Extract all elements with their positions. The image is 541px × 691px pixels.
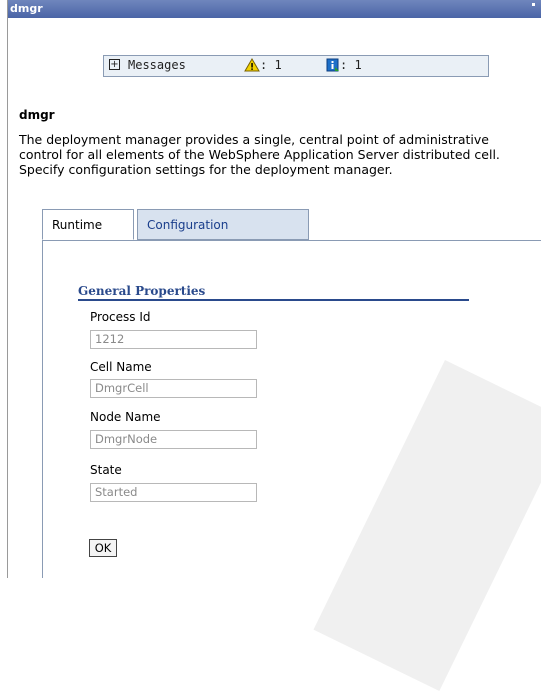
tab-configuration[interactable]: Configuration (137, 209, 309, 240)
state-field[interactable]: Started (90, 483, 257, 502)
process-id-field[interactable]: 1212 (90, 330, 257, 349)
page-title: dmgr (19, 108, 55, 122)
messages-label[interactable]: Messages (128, 58, 186, 72)
tab-runtime[interactable]: Runtime (42, 209, 134, 240)
messages-bar[interactable]: + Messages : 1 : 1 (103, 55, 489, 77)
window-title-bar: dmgr (8, 0, 541, 18)
warning-indicator[interactable]: : 1 (244, 58, 282, 72)
cell-name-label: Cell Name (90, 360, 152, 374)
info-indicator[interactable]: : 1 (326, 58, 362, 72)
window-title: dmgr (10, 2, 43, 15)
cell-name-field[interactable]: DmgrCell (90, 379, 257, 398)
general-properties-heading: General Properties (78, 284, 469, 301)
page-description: The deployment manager provides a single… (19, 132, 500, 177)
node-name-label: Node Name (90, 410, 161, 424)
ok-button[interactable]: OK (89, 539, 117, 557)
title-bar-marker (532, 3, 535, 6)
state-label: State (90, 463, 122, 477)
warning-count: : 1 (260, 58, 282, 72)
node-name-field[interactable]: DmgrNode (90, 430, 257, 449)
info-count: : 1 (340, 58, 362, 72)
warning-icon (244, 58, 260, 72)
info-icon (326, 58, 339, 72)
process-id-label: Process Id (90, 310, 151, 324)
expand-plus-icon[interactable]: + (109, 59, 120, 70)
